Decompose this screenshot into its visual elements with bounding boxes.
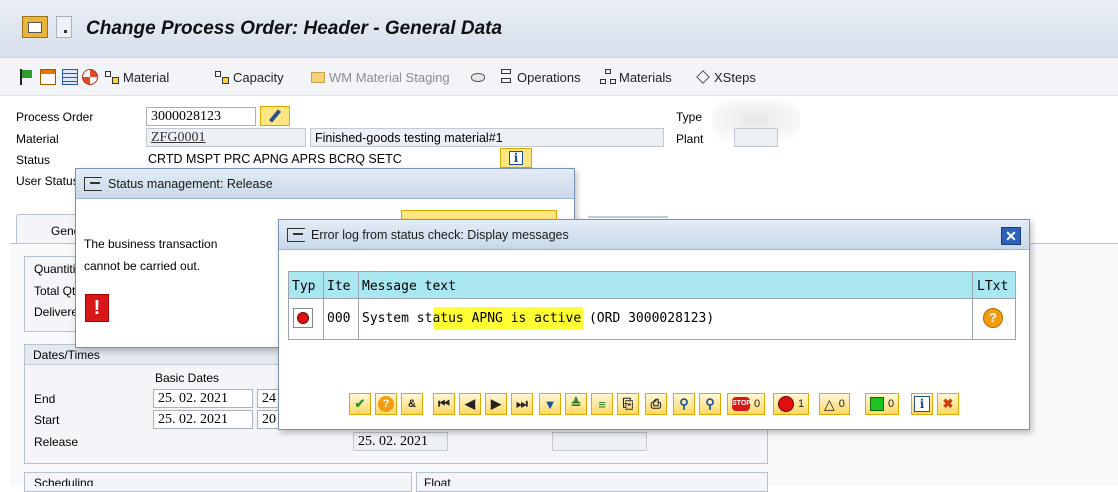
information-icon[interactable]: i: [911, 393, 933, 415]
scheduling-heading: Scheduling: [34, 476, 94, 486]
error-dialog-title: Error log from status check: Display mes…: [311, 227, 569, 242]
cylinder-icon[interactable]: [470, 66, 486, 88]
application-toolbar: Material Capacity WM Material Staging Op…: [0, 58, 1118, 96]
confirm-check-icon[interactable]: ✔: [349, 393, 371, 415]
flag-icon[interactable]: [18, 66, 34, 88]
row-message-text: System status APNG is active (ORD 300002…: [362, 311, 715, 326]
user-status-label: User Status: [16, 174, 76, 188]
dialog-window-icon: [287, 227, 305, 242]
start-date-field[interactable]: 25. 02. 2021: [153, 410, 253, 429]
pencil-icon: [268, 109, 282, 123]
error-status-icon: [293, 308, 313, 328]
first-page-icon[interactable]: ⏮: [433, 393, 455, 415]
filter-icon[interactable]: ▼: [539, 393, 561, 415]
end-label: End: [34, 392, 56, 406]
info-icon: i: [509, 151, 523, 165]
float-group: [416, 472, 768, 492]
calendar-icon[interactable]: [40, 66, 56, 88]
error-dialog-titlebar: Error log from status check: Display mes…: [279, 220, 1029, 250]
status-dialog-title: Status management: Release: [108, 176, 273, 191]
error-count-button[interactable]: 1: [773, 393, 810, 415]
material-field[interactable]: ZFG0001: [146, 128, 306, 147]
toolbar-capacity-button[interactable]: Capacity: [214, 66, 284, 88]
app-menu-icon[interactable]: [22, 16, 48, 38]
column-header-item[interactable]: Ite: [327, 279, 350, 294]
error-exclamation-icon: !: [85, 294, 109, 322]
warning-count-button[interactable]: △ 0: [819, 393, 850, 415]
next-icon[interactable]: ▶: [485, 393, 507, 415]
close-icon[interactable]: ✕: [1001, 227, 1021, 245]
dialog-button-bar: ✔ ? & ⏮ ◀ ▶ ⏭ ▼ ≜ ≡ ⎘ ⎙ ⚲ ⚲ STOP 0 1 △ 0…: [349, 393, 1029, 415]
type-label: Type: [676, 110, 703, 124]
success-green-icon: [870, 397, 884, 411]
toolbar-wm-staging-button[interactable]: WM Material Staging: [310, 66, 450, 88]
status-dialog-message-2: cannot be carried out.: [84, 259, 201, 273]
system-status-value: CRTD MSPT PRC APNG APRS BCRQ SETC: [148, 152, 402, 166]
last-page-icon[interactable]: ⏭: [511, 393, 533, 415]
material-description: Finished-goods testing material#1: [310, 128, 664, 147]
previous-icon[interactable]: ◀: [459, 393, 481, 415]
release-date-field: 25. 02. 2021: [353, 432, 448, 451]
cancel-icon[interactable]: ✖: [937, 393, 959, 415]
status-label: Status: [16, 153, 51, 167]
warning-triangle-icon: △: [824, 395, 835, 412]
plant-field[interactable]: [734, 128, 778, 147]
edit-pencil-button[interactable]: [260, 106, 290, 126]
toolbar-xsteps-button[interactable]: XSteps: [695, 66, 756, 88]
dialog-window-icon: [84, 176, 102, 191]
table-row[interactable]: 000 System status APNG is active (ORD 30…: [289, 306, 1015, 332]
error-red-icon: [778, 396, 794, 412]
process-order-label: Process Order: [16, 110, 94, 124]
help-icon[interactable]: ?: [375, 393, 397, 415]
table-icon[interactable]: [62, 66, 78, 88]
process-order-field[interactable]: 3000028123: [146, 107, 256, 126]
material-label: Material: [16, 132, 59, 146]
menu-dropdown-button[interactable]: [56, 16, 72, 38]
page-title: Change Process Order: Header - General D…: [86, 18, 503, 39]
status-info-button[interactable]: i: [500, 148, 532, 168]
materials-hierarchy-icon: [600, 69, 616, 85]
message-table: Typ Ite Message text LTxt 000 System sta…: [288, 271, 1016, 340]
status-dialog-message-1: The business transaction: [84, 237, 218, 251]
stop-icon: STOP: [732, 397, 751, 411]
cube-icon: [695, 69, 711, 85]
operations-icon: [498, 69, 514, 85]
basic-dates-label: Basic Dates: [155, 371, 220, 385]
material-components-icon: [104, 69, 120, 85]
lifebuoy-icon[interactable]: [82, 66, 98, 88]
toolbar-material-button[interactable]: Material: [104, 66, 169, 88]
error-log-dialog: Error log from status check: Display mes…: [278, 219, 1030, 430]
plant-label: Plant: [676, 132, 704, 146]
column-header-ltxt[interactable]: LTxt: [977, 279, 1008, 294]
help-question-icon[interactable]: ?: [983, 308, 1003, 328]
stop-count-button[interactable]: STOP 0: [727, 393, 766, 415]
row-item-number: 000: [327, 311, 351, 326]
sort-descending-icon[interactable]: ≡: [591, 393, 613, 415]
column-header-typ[interactable]: Typ: [292, 279, 315, 294]
find-next-icon[interactable]: ⚲: [699, 393, 721, 415]
toolbar-materials-button[interactable]: Materials: [600, 66, 672, 88]
success-count-button[interactable]: 0: [865, 393, 900, 415]
float-heading: Float: [424, 476, 451, 486]
forklift-icon: [310, 69, 326, 85]
print-icon[interactable]: ⎙: [645, 393, 667, 415]
toolbar-operations-button[interactable]: Operations: [498, 66, 581, 88]
export-icon[interactable]: ⎘: [617, 393, 639, 415]
column-header-message[interactable]: Message text: [362, 279, 456, 294]
release-label: Release: [34, 435, 79, 449]
sort-ascending-icon[interactable]: ≜: [565, 393, 587, 415]
find-icon[interactable]: ⚲: [673, 393, 695, 415]
status-dialog-titlebar: Status management: Release: [76, 169, 574, 199]
capacity-icon: [214, 69, 230, 85]
release-time-field: [552, 432, 647, 451]
end-date-field[interactable]: 25. 02. 2021: [153, 389, 253, 408]
start-label: Start: [34, 413, 60, 427]
title-bar: Change Process Order: Header - General D…: [0, 0, 1118, 58]
technical-info-icon[interactable]: &: [401, 393, 423, 415]
